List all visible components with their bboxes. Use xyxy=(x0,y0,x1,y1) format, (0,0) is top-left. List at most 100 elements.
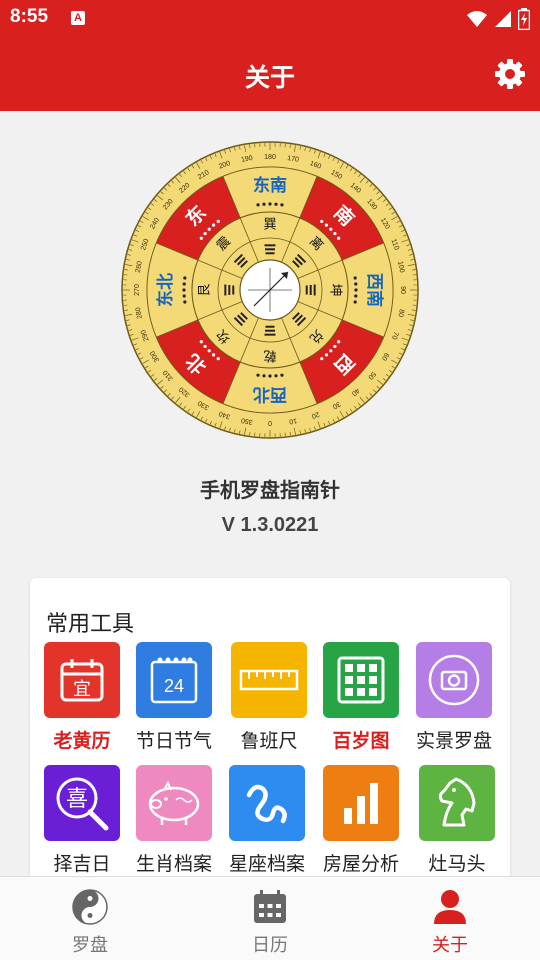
star-dot xyxy=(337,236,341,240)
nav-item-about[interactable]: 关于 xyxy=(400,887,500,957)
star-dot xyxy=(216,219,220,223)
tool-ar-compass[interactable]: 实景罗盘 xyxy=(408,642,500,753)
bar-chart-icon xyxy=(323,765,399,841)
star-dot xyxy=(207,349,211,353)
tool-festivals[interactable]: 24 节日节气 xyxy=(128,642,220,753)
star-dot xyxy=(216,357,220,361)
star-dot xyxy=(333,344,337,349)
star-dot xyxy=(182,282,186,286)
star-dot xyxy=(329,349,333,353)
direction-label: 东北 xyxy=(155,273,176,307)
tool-label: 实景罗盘 xyxy=(415,730,492,752)
star-dot xyxy=(354,294,358,298)
calendar-yi-icon: 宜 xyxy=(44,642,120,718)
direction-label: 西南 xyxy=(364,273,385,307)
battery-icon xyxy=(518,8,530,30)
nav-item-calendar[interactable]: 日历 xyxy=(220,887,320,957)
star-dot xyxy=(207,227,211,231)
settings-button[interactable] xyxy=(492,56,528,92)
tools-card: 常用工具 宜 老黄历 24 节日节气 鲁班尺 百岁图 实景罗盘 喜 择吉日 生肖… xyxy=(30,578,510,898)
tool-label: 择吉日 xyxy=(53,853,111,875)
star-dot xyxy=(274,374,278,378)
direction-label: 西北 xyxy=(253,384,287,404)
star-dot xyxy=(203,231,207,236)
star-dot xyxy=(333,231,337,236)
zodiac-icon xyxy=(229,765,305,841)
tool-ruler[interactable]: 鲁班尺 xyxy=(223,642,315,753)
tool-shengxiao[interactable]: 生肖档案 xyxy=(128,765,220,876)
page-title: 关于 xyxy=(244,63,295,92)
trigram-label: 巽 xyxy=(263,218,276,233)
star-dot xyxy=(320,219,324,223)
star-dot xyxy=(182,294,186,298)
camera-icon xyxy=(416,642,492,718)
ruler-icon xyxy=(231,642,307,718)
star-dot xyxy=(353,300,357,304)
grid-icon xyxy=(323,642,399,718)
trigram-label: 艮 xyxy=(198,283,213,296)
star-dot xyxy=(199,236,203,240)
star-dot xyxy=(280,203,284,207)
trigram-label: 乾 xyxy=(263,348,276,363)
bottom-nav: 罗盘 日历 关于 xyxy=(0,876,540,960)
tool-zaomatou[interactable]: 灶马头 xyxy=(411,765,503,876)
degree-label: 90 xyxy=(399,286,406,294)
nav-label: 关于 xyxy=(432,935,468,956)
degree-label: 0 xyxy=(268,419,272,426)
star-dot xyxy=(268,202,272,206)
star-dot xyxy=(183,276,187,280)
tool-label: 生肖档案 xyxy=(135,853,212,875)
degree-label: 180 xyxy=(264,154,276,161)
tool-label: 灶马头 xyxy=(428,853,486,875)
star-dot xyxy=(211,353,216,357)
tool-label: 老黄历 xyxy=(53,730,111,752)
tool-label: 百岁图 xyxy=(332,730,390,752)
nav-label: 日历 xyxy=(252,935,288,956)
tool-label: 节日节气 xyxy=(135,730,212,752)
star-dot xyxy=(203,344,207,349)
tool-baisui[interactable]: 百岁图 xyxy=(315,642,407,753)
star-dot xyxy=(329,227,333,231)
tool-zejiri[interactable]: 喜 择吉日 xyxy=(36,765,128,876)
status-icons xyxy=(466,8,530,30)
star-dot xyxy=(320,357,324,361)
compass-dial[interactable]: 0 102030405060708090100110120130140150160… xyxy=(120,140,420,440)
nav-item-compass[interactable]: 罗盘 xyxy=(40,887,140,957)
star-dot xyxy=(354,282,358,286)
star-dot xyxy=(211,223,216,227)
star-dot xyxy=(256,203,260,207)
person-icon xyxy=(430,887,470,927)
star-dot xyxy=(324,353,329,357)
star-dot xyxy=(324,223,329,227)
degree-label: 10 xyxy=(288,417,297,425)
star-dot xyxy=(268,374,272,378)
degree-label: 270 xyxy=(134,284,141,296)
tool-huangli[interactable]: 宜 老黄历 xyxy=(36,642,128,753)
svg-text:喜: 喜 xyxy=(66,787,88,812)
direction-label: 东南 xyxy=(253,175,287,196)
star-dot xyxy=(199,340,203,344)
tool-fangwu[interactable]: 房屋分析 xyxy=(315,765,407,876)
xi-search-icon: 喜 xyxy=(44,765,120,841)
star-dot xyxy=(353,276,357,280)
pig-icon xyxy=(136,765,212,841)
star-dot xyxy=(183,300,187,304)
signal-icon xyxy=(495,11,511,27)
wifi-icon xyxy=(467,11,487,27)
status-time: 8:55 xyxy=(10,6,49,27)
notification-icon: A xyxy=(71,11,85,25)
calendar-icon xyxy=(250,887,290,927)
svg-text:宜: 宜 xyxy=(73,679,91,700)
app-name: 手机罗盘指南针 xyxy=(200,478,340,502)
star-dot xyxy=(354,288,358,292)
taiji-icon xyxy=(70,887,110,927)
star-dot xyxy=(337,340,341,344)
app-bar: 关于 xyxy=(0,38,540,111)
star-dot xyxy=(262,374,266,378)
trigram-label: 坤 xyxy=(328,283,343,296)
star-dot xyxy=(280,373,284,377)
svg-text:24: 24 xyxy=(164,676,184,696)
tool-xingzuo[interactable]: 星座档案 xyxy=(221,765,313,876)
degree-label: 80 xyxy=(397,309,405,318)
tool-label: 星座档案 xyxy=(228,853,305,875)
